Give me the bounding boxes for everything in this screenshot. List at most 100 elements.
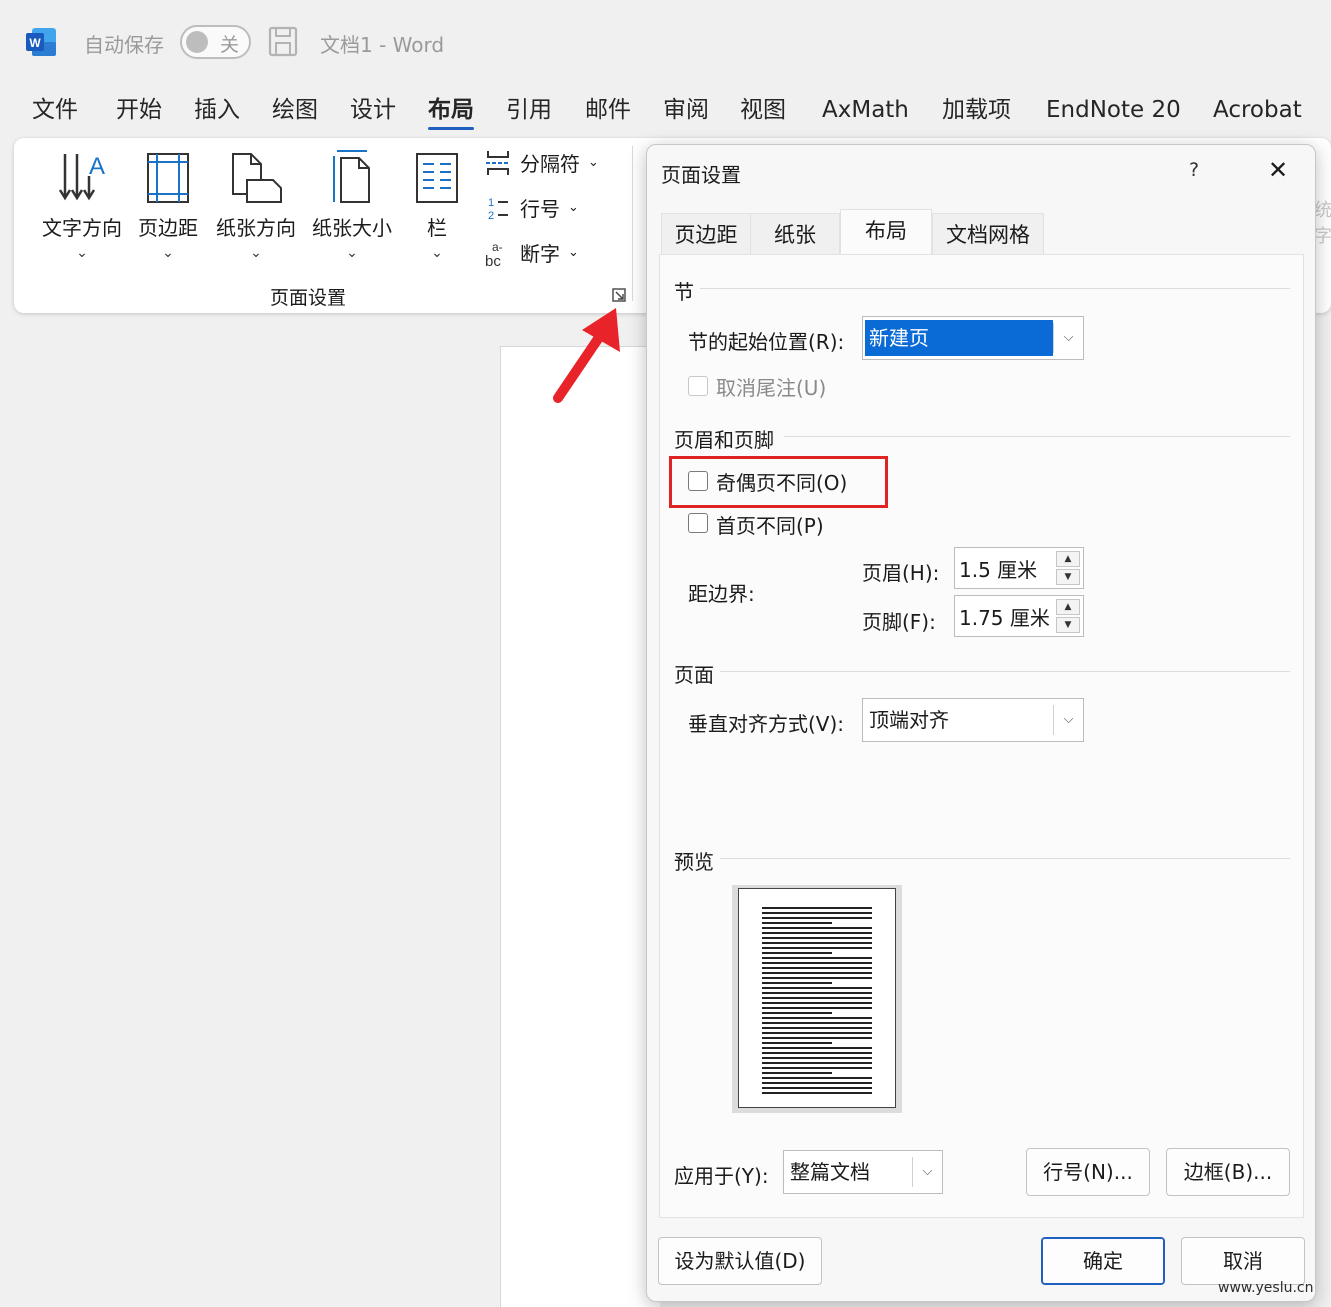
from-edge-label: 距边界: <box>688 582 755 606</box>
chevron-down-icon: ⌵ <box>1053 705 1083 735</box>
size-button[interactable]: 纸张大小 ⌄ <box>308 148 396 261</box>
preview-text-line <box>762 982 832 984</box>
apply-to-label: 应用于(Y): <box>674 1164 769 1188</box>
tab-paper[interactable]: 纸张 <box>750 213 840 255</box>
autosave-toggle[interactable]: 关 <box>180 25 251 59</box>
chevron-down-icon: ⌄ <box>76 245 88 261</box>
text-direction-icon: A <box>58 153 105 201</box>
suppress-endnotes-checkbox[interactable] <box>688 376 708 396</box>
section-heading: 节 <box>674 280 694 304</box>
page-heading: 页面 <box>674 663 714 687</box>
preview-text-line <box>762 1012 832 1014</box>
vertical-align-select[interactable]: 顶端对齐 ⌵ <box>862 698 1084 742</box>
header-distance-spinner[interactable]: 1.5 厘米 ▲ ▼ <box>954 547 1084 589</box>
svg-text:1: 1 <box>488 197 494 209</box>
columns-button[interactable]: 栏 ⌄ <box>412 148 462 261</box>
svg-text:bc: bc <box>485 253 501 267</box>
tab-axmath[interactable]: AxMath <box>822 90 909 134</box>
preview-text-line <box>762 997 872 999</box>
line-numbers-dialog-button[interactable]: 行号(N)... <box>1026 1148 1150 1196</box>
tab-layout-dialog[interactable]: 布局 <box>840 209 932 255</box>
tab-endnote[interactable]: EndNote 20 <box>1046 90 1181 134</box>
hyphenation-label: 断字 <box>520 242 560 266</box>
paper-size-icon <box>333 150 370 203</box>
set-default-button[interactable]: 设为默认值(D) <box>658 1237 822 1285</box>
hyphenation-icon: a- bc <box>485 240 503 267</box>
preview-divider <box>720 858 1290 859</box>
hyphenation-button[interactable]: a- bc 断字 ⌄ <box>484 238 579 267</box>
vertical-align-label: 垂直对齐方式(V): <box>688 712 845 736</box>
breaks-button[interactable]: 分隔符 ⌄ <box>484 148 599 177</box>
preview-text-line <box>762 1042 832 1044</box>
borders-button[interactable]: 边框(B)... <box>1166 1148 1290 1196</box>
line-numbers-icon: 1 2 <box>488 197 508 222</box>
line-numbers-button[interactable]: 1 2 行号 ⌄ <box>484 193 579 222</box>
apply-to-value: 整篇文档 <box>790 1160 870 1184</box>
page-divider <box>720 671 1290 672</box>
preview-text-line <box>762 987 872 989</box>
first-page-checkbox[interactable] <box>688 513 708 533</box>
tab-review[interactable]: 审阅 <box>663 90 709 134</box>
headers-footers-divider <box>784 436 1290 437</box>
ok-button[interactable]: 确定 <box>1041 1237 1165 1285</box>
preview-text-line <box>762 907 872 909</box>
spin-up-icon[interactable]: ▲ <box>1056 599 1080 615</box>
cancel-button[interactable]: 取消 <box>1181 1237 1305 1285</box>
preview-text-line <box>762 1092 872 1094</box>
document-page[interactable] <box>500 346 660 1307</box>
tab-view[interactable]: 视图 <box>740 90 786 134</box>
footer-distance-value: 1.75 厘米 <box>959 606 1050 630</box>
chevron-down-icon: ⌄ <box>588 155 599 170</box>
spin-down-icon[interactable]: ▼ <box>1056 617 1080 633</box>
preview-text-line <box>762 967 872 969</box>
section-start-select[interactable]: 新建页 ⌵ <box>862 316 1084 360</box>
autosave-state: 关 <box>220 34 240 56</box>
help-icon[interactable]: ? <box>1189 159 1199 181</box>
spin-down-icon[interactable]: ▼ <box>1056 569 1080 585</box>
clipped-text-2: 字 <box>1314 226 1331 247</box>
menu-bar: 文件 开始 插入 绘图 设计 布局 引用 邮件 审阅 视图 AxMath 加载项… <box>0 90 1331 134</box>
preview-page <box>738 888 896 1108</box>
preview-text-line <box>762 1067 872 1069</box>
columns-icon <box>416 153 458 203</box>
dialog-title: 页面设置 <box>661 163 741 187</box>
preview-text-line <box>762 947 872 949</box>
tab-mailings[interactable]: 邮件 <box>585 90 631 134</box>
tab-acrobat[interactable]: Acrobat <box>1213 90 1302 134</box>
tab-draw[interactable]: 绘图 <box>272 90 318 134</box>
chevron-down-icon: ⌄ <box>250 245 262 261</box>
tab-doc-grid[interactable]: 文档网格 <box>932 213 1044 255</box>
preview-frame <box>732 885 902 1113</box>
chevron-down-icon: ⌄ <box>568 245 579 260</box>
apply-to-select[interactable]: 整篇文档 ⌵ <box>783 1150 943 1194</box>
tab-layout[interactable]: 布局 <box>428 90 474 134</box>
preview-text-line <box>762 1007 872 1009</box>
footer-distance-spinner[interactable]: 1.75 厘米 ▲ ▼ <box>954 595 1084 637</box>
save-icon[interactable] <box>268 26 298 57</box>
tab-margins[interactable]: 页边距 <box>661 213 751 255</box>
suppress-endnotes-label: 取消尾注(U) <box>716 376 827 400</box>
chevron-down-icon: ⌄ <box>346 245 358 261</box>
text-direction-button[interactable]: A 文字方向 ⌄ <box>40 148 124 261</box>
tab-home[interactable]: 开始 <box>116 90 162 134</box>
tab-file[interactable]: 文件 <box>32 90 78 134</box>
margins-button[interactable]: 页边距 ⌄ <box>132 148 204 261</box>
columns-label: 栏 <box>427 216 447 240</box>
chevron-down-icon: ⌄ <box>162 245 174 261</box>
tab-references[interactable]: 引用 <box>506 90 552 134</box>
orientation-button[interactable]: 纸张方向 ⌄ <box>212 148 300 261</box>
preview-text-line <box>762 1037 872 1039</box>
headers-footers-heading: 页眉和页脚 <box>674 428 774 452</box>
preview-text-line <box>762 937 872 939</box>
preview-text-line <box>762 1057 872 1059</box>
red-arrow-icon <box>553 308 620 403</box>
first-page-label: 首页不同(P) <box>716 514 824 538</box>
preview-text-line <box>762 1032 872 1034</box>
preview-text-line <box>762 1047 872 1049</box>
spin-up-icon[interactable]: ▲ <box>1056 551 1080 567</box>
tab-design[interactable]: 设计 <box>350 90 396 134</box>
tab-addins[interactable]: 加载项 <box>942 90 1011 134</box>
preview-text-line <box>762 972 872 974</box>
close-icon[interactable]: ✕ <box>1263 155 1293 185</box>
tab-insert[interactable]: 插入 <box>194 90 240 134</box>
